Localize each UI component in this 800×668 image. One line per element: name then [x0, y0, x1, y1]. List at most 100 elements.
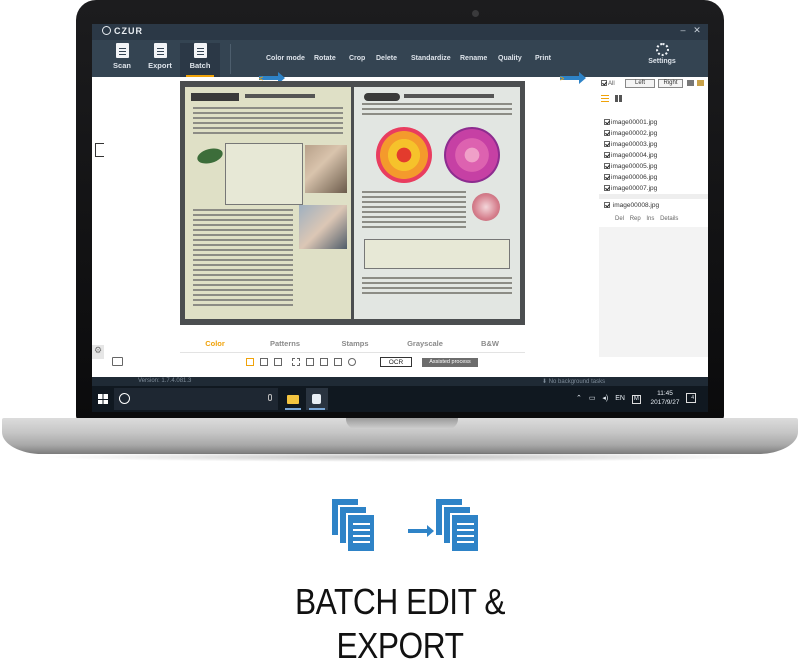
pointer-tool-icon[interactable] [246, 358, 254, 366]
grid-view-icon[interactable] [615, 95, 622, 102]
page-title-line [404, 94, 494, 98]
laptop-notch [346, 418, 458, 429]
select-all-label: All [608, 81, 615, 87]
tray-up-arrow-icon[interactable]: ⌃ [576, 395, 582, 402]
insert-image-action[interactable]: Ins [646, 216, 654, 222]
file-explorer-icon[interactable] [282, 388, 304, 410]
side-gear-icon[interactable]: ⚙ [92, 345, 104, 359]
toolbar-divider [230, 44, 231, 74]
options-next-arrow[interactable]: > [560, 72, 586, 84]
image-actions: Del Rep Ins Details [615, 216, 682, 222]
crop-frame-icon[interactable] [95, 143, 104, 157]
list-item[interactable]: image00002.jpg [604, 128, 704, 139]
microphone-icon[interactable] [268, 394, 272, 401]
list-item[interactable]: image00003.jpg [604, 139, 704, 150]
right-button[interactable]: Right [658, 79, 683, 88]
page-dialogue-block [193, 209, 293, 309]
list-item[interactable]: image00004.jpg [604, 150, 704, 161]
tray-network-icon[interactable]: ▭ [589, 395, 596, 402]
adjust-tool-icon[interactable] [334, 358, 342, 366]
color-mode-button[interactable]: Color mode [266, 55, 305, 62]
panel-empty-area [599, 227, 708, 357]
print-button[interactable]: Print [535, 55, 551, 62]
laptop-screen: CZUR – ✕ Scan Export Batch < Color mode R… [92, 24, 708, 412]
culture-diagram-purple [444, 127, 500, 183]
image-list-panel: All Left Right image00001.jpg image00002… [599, 77, 708, 377]
app-titlebar: CZUR – ✕ [92, 24, 708, 40]
list-item[interactable]: image00007.jpg [604, 183, 704, 194]
background-tasks-status: ⬇ No background tasks [542, 379, 606, 385]
close-icon[interactable]: ✕ [690, 25, 704, 36]
main-toolbar: Scan Export Batch < Color mode Rotate Cr… [92, 40, 708, 84]
rotate-tool-icon[interactable] [348, 358, 356, 366]
delete-image-action[interactable]: Del [615, 216, 624, 222]
page-table [225, 143, 303, 205]
left-button[interactable]: Left [625, 79, 655, 88]
batch-icon [193, 43, 207, 58]
window-controls: – ✕ [676, 25, 704, 36]
cortana-icon [119, 393, 130, 404]
windows-start-icon[interactable] [98, 394, 108, 404]
image-file-list: image00001.jpg image00002.jpg image00003… [604, 117, 704, 194]
list-item[interactable]: image00006.jpg [604, 172, 704, 183]
tab-bw[interactable]: B&W [455, 339, 525, 353]
windows-taskbar: ⌃ ▭ ◂) EN M 11:45 2017/9/27 4 [92, 386, 708, 412]
page-text-block [362, 103, 512, 118]
rotate-button[interactable]: Rotate [314, 55, 336, 62]
settings-button[interactable]: Settings [644, 43, 680, 65]
taskbar-search-box[interactable] [114, 388, 278, 410]
options-prev-arrow[interactable]: < [259, 72, 285, 84]
page-title-line [245, 94, 315, 98]
minimize-icon[interactable]: – [676, 25, 690, 35]
tray-volume-icon[interactable]: ◂) [602, 395, 608, 402]
edit-subtools: OCR Assisted process [242, 357, 542, 369]
delete-button[interactable]: Delete [376, 55, 397, 62]
notification-center-icon[interactable]: 4 [686, 393, 696, 403]
ocr-button[interactable]: OCR [380, 357, 412, 367]
folder-icon[interactable] [697, 80, 704, 86]
printer-icon[interactable] [112, 357, 123, 366]
image-icon[interactable] [687, 80, 694, 86]
batch-button[interactable]: Batch [180, 43, 220, 77]
select-all-checkbox[interactable]: All [601, 80, 615, 87]
assisted-process-button[interactable]: Assisted process [422, 358, 478, 367]
select-tool-icon[interactable] [292, 358, 300, 366]
scan-button[interactable]: Scan [102, 43, 142, 70]
taskbar-clock[interactable]: 11:45 2017/9/27 [648, 389, 682, 407]
book-page-left [185, 87, 351, 319]
input-language[interactable]: EN [615, 395, 625, 402]
selected-image-item[interactable]: image00008.jpg [604, 202, 659, 209]
filter-tabs: Color Patterns Stamps Grayscale B&W [180, 339, 525, 353]
tab-grayscale[interactable]: Grayscale [390, 339, 460, 353]
crop-button[interactable]: Crop [349, 55, 365, 62]
settings-label: Settings [648, 58, 676, 65]
page-text-block [193, 107, 343, 137]
tab-patterns[interactable]: Patterns [250, 339, 320, 353]
list-item[interactable]: image00005.jpg [604, 161, 704, 172]
tab-stamps[interactable]: Stamps [320, 339, 390, 353]
split-tool-icon[interactable] [260, 358, 268, 366]
czur-logo-icon [102, 26, 111, 35]
page-photo-bottom [299, 205, 347, 249]
laptop-base [2, 418, 798, 454]
list-item[interactable]: image00001.jpg [604, 117, 704, 128]
rename-button[interactable]: Rename [460, 55, 487, 62]
quality-button[interactable]: Quality [498, 55, 522, 62]
tabs-underline [180, 352, 525, 353]
ime-mode[interactable]: M [631, 395, 641, 404]
replace-image-action[interactable]: Rep [630, 216, 641, 222]
tab-color[interactable]: Color [180, 339, 250, 353]
clock-date: 2017/9/27 [650, 399, 680, 406]
pdf-export-icon [153, 43, 167, 58]
list-view-icon[interactable] [601, 95, 609, 102]
batch-process-graphic [330, 493, 480, 563]
page-tool-icon[interactable] [274, 358, 282, 366]
image-details-action[interactable]: Details [660, 216, 678, 222]
export-button[interactable]: Export [140, 43, 180, 70]
crop-tool-icon[interactable] [306, 358, 314, 366]
standardize-button[interactable]: Standardize [411, 55, 451, 62]
deskew-tool-icon[interactable] [320, 358, 328, 366]
czur-app-icon[interactable] [306, 388, 328, 410]
selected-image-name: image00008.jpg [612, 202, 660, 209]
page-word-table [364, 239, 510, 269]
